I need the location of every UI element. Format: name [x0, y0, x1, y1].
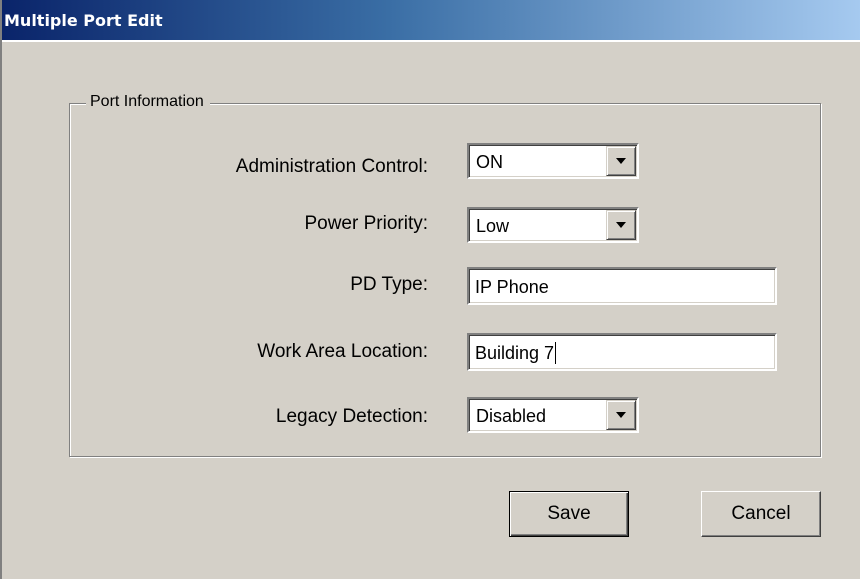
window-title: Multiple Port Edit — [4, 10, 163, 30]
pd-type-value: IP Phone — [475, 277, 549, 297]
chevron-down-icon — [616, 222, 626, 228]
power-priority-select[interactable]: Low — [467, 207, 639, 243]
legacy-detection-dropdown-button[interactable] — [606, 400, 636, 430]
admin-control-label: Administration Control: — [235, 156, 428, 177]
work-area-location-value: Building 7 — [475, 343, 555, 363]
text-caret — [555, 342, 557, 364]
pd-type-label: PD Type: — [350, 274, 428, 295]
power-priority-value: Low — [476, 216, 510, 236]
chevron-down-icon — [616, 158, 626, 164]
legacy-detection-value: Disabled — [476, 406, 547, 426]
title-bar-divider — [2, 40, 860, 42]
group-legend: Port Information — [86, 92, 210, 112]
legacy-detection-select[interactable]: Disabled — [467, 397, 639, 433]
work-area-location-label: Work Area Location: — [257, 341, 428, 362]
admin-control-select[interactable]: ON — [467, 143, 639, 179]
power-priority-dropdown-button[interactable] — [606, 210, 636, 240]
title-bar[interactable]: Multiple Port Edit — [2, 0, 860, 40]
multiple-port-edit-window: Multiple Port Edit Port Information Admi… — [0, 0, 860, 579]
work-area-location-input[interactable]: Building 7 — [467, 333, 777, 371]
cancel-button[interactable]: Cancel — [701, 491, 821, 537]
work-area-location-text: Building 7 — [475, 342, 557, 364]
admin-control-dropdown-button[interactable] — [606, 146, 636, 176]
pd-type-input[interactable]: IP Phone — [467, 267, 777, 305]
chevron-down-icon — [616, 412, 626, 418]
save-button[interactable]: Save — [509, 491, 629, 537]
power-priority-label: Power Priority: — [304, 213, 428, 234]
legacy-detection-label: Legacy Detection: — [275, 406, 428, 427]
admin-control-value: ON — [476, 152, 503, 172]
